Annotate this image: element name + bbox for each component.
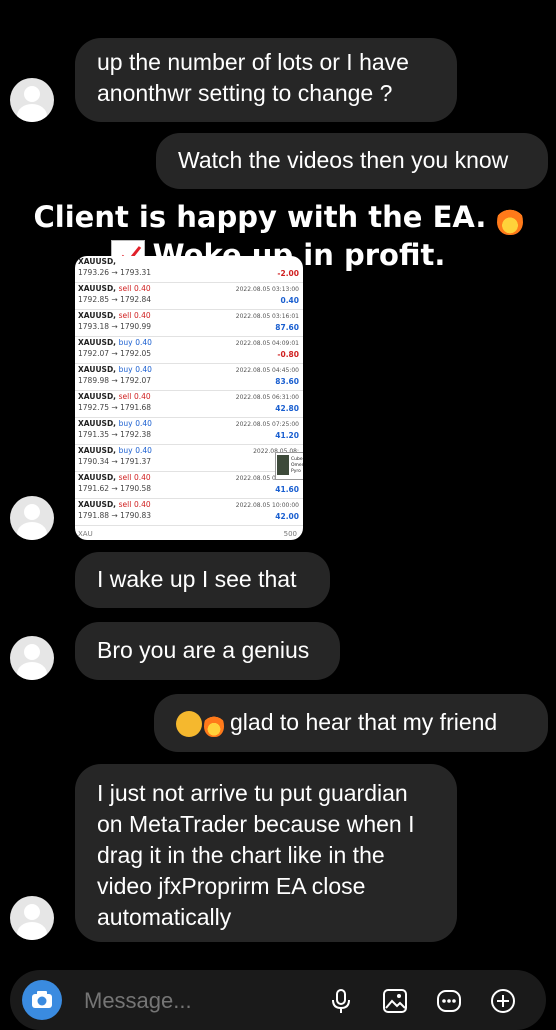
avatar[interactable]	[10, 636, 54, 680]
avatar[interactable]	[10, 78, 54, 122]
popup-label: Cube Omen Pyro	[291, 457, 303, 474]
smiling-hearts-icon	[176, 710, 202, 737]
trade-row: XAUUSD, buy 0.40 1791.35 → 1792.38 2022.08…	[75, 418, 303, 445]
trade-symbol: XAUUSD,	[78, 257, 117, 266]
trade-symbol: XAUUSD, sell 0.40	[78, 311, 151, 320]
mic-icon[interactable]	[328, 988, 354, 1014]
message-bubble-incoming[interactable]: Bro you are a genius	[75, 622, 340, 680]
message-input[interactable]	[82, 984, 306, 1018]
trade-symbol: XAUUSD, buy 0.40	[78, 446, 152, 455]
message-bubble-incoming[interactable]: I just not arrive tu put guardian on Met…	[75, 764, 457, 942]
trade-prices: 1792.75 → 1791.68	[78, 403, 152, 412]
trade-prices: 1791.88 → 1790.83	[78, 511, 152, 520]
message-bubble-outgoing[interactable]: Watch the videos then you know	[156, 133, 548, 189]
trade-row: XAUUSD, sell 0.40 1791.88 → 1790.83 2022.0…	[75, 499, 303, 526]
trade-lots: 0.40	[135, 446, 152, 455]
trade-symbol: XAUUSD, buy 0.40	[78, 419, 152, 428]
sticker-icon[interactable]	[436, 988, 462, 1014]
trade-profit: 41.20	[275, 431, 299, 440]
trade-date: 2022.08.05 04:09:01	[235, 340, 299, 347]
trade-prices: 1792.07 → 1792.05	[78, 349, 152, 358]
trade-lots: 0.40	[133, 284, 151, 293]
fire-icon	[204, 710, 224, 737]
avatar[interactable]	[10, 496, 54, 540]
message-text: glad to hear that my friend	[230, 709, 498, 735]
trade-profit: 42.80	[275, 404, 299, 413]
trade-footer-right: 500	[283, 530, 297, 538]
message-text: Watch the videos then you know	[178, 147, 509, 173]
trade-prices: 1792.85 → 1792.84	[78, 295, 152, 304]
message-bubble-outgoing[interactable]: glad to hear that my friend	[154, 694, 548, 752]
message-text: I just not arrive tu put guardian on Met…	[97, 780, 415, 930]
trade-row: XAUUSD, 1793.26 → 1793.31 -2.00	[75, 256, 303, 283]
fire-icon	[496, 203, 523, 235]
trade-lots: 0.40	[135, 338, 152, 347]
popup-thumbnail-icon	[277, 455, 289, 475]
trade-date: 2022.08.05 03:13:00	[235, 286, 299, 293]
trade-prices: 1791.35 → 1792.38	[78, 430, 152, 439]
trade-action: sell	[118, 392, 132, 401]
trade-symbol: XAUUSD, sell 0.40	[78, 500, 151, 509]
trade-action: buy	[118, 446, 133, 455]
gallery-icon[interactable]	[382, 988, 408, 1014]
trade-row: XAUUSD, buy 0.40 1789.98 → 1792.07 2022.08…	[75, 364, 303, 391]
trade-symbol: XAUUSD, sell 0.40	[78, 473, 151, 482]
trade-symbol: XAUUSD, sell 0.40	[78, 392, 151, 401]
trade-lots: 0.40	[135, 419, 152, 428]
shared-trade-history-image[interactable]: XAUUSD, 1793.26 → 1793.31 -2.00 XAUUSD, se…	[75, 256, 303, 540]
trade-profit: 41.60	[275, 485, 299, 494]
plus-icon[interactable]	[490, 988, 516, 1014]
trade-lots: 0.40	[133, 500, 151, 509]
caption-line-1: Client is happy with the EA.	[0, 200, 556, 235]
trade-profit: 83.60	[275, 377, 299, 386]
trade-lots: 0.40	[133, 392, 151, 401]
trade-lots: 0.40	[133, 311, 151, 320]
trade-date: 2022.08.05 04:45:00	[235, 367, 299, 374]
trade-row: XAUUSD, sell 0.40 1792.85 → 1792.84 2022.0…	[75, 283, 303, 310]
trade-symbol: XAUUSD, buy 0.40	[78, 338, 152, 347]
trade-row: XAUUSD, buy 0.40 1790.34 → 1791.37 2022.08…	[75, 445, 303, 472]
trade-action: buy	[118, 419, 133, 428]
trade-lots: 0.40	[133, 473, 151, 482]
trade-symbol: XAUUSD, sell 0.40	[78, 284, 151, 293]
trade-footer-left: XAU	[78, 530, 93, 538]
message-text: Bro you are a genius	[97, 637, 310, 663]
trade-prices: 1789.98 → 1792.07	[78, 376, 152, 385]
camera-icon	[32, 991, 52, 1008]
trade-date: 2022.08.05 10:00:00	[235, 502, 299, 509]
trade-prices: 1791.62 → 1790.58	[78, 484, 152, 493]
message-text: I wake up I see that	[97, 566, 297, 592]
trade-symbol: XAUUSD, buy 0.40	[78, 365, 152, 374]
trade-row: XAUUSD, sell 0.40 1793.18 → 1790.99 2022.0…	[75, 310, 303, 337]
trade-row: XAUUSD, sell 0.40 1791.62 → 1790.58 2022.0…	[75, 472, 303, 499]
trade-action: buy	[118, 338, 133, 347]
trade-row: XAUUSD, sell 0.40 1792.75 → 1791.68 2022.0…	[75, 391, 303, 418]
trade-row: XAUUSD, buy 0.40 1792.07 → 1792.05 2022.08…	[75, 337, 303, 364]
trade-profit: -0.80	[277, 350, 299, 359]
notification-popup: Cube Omen Pyro	[275, 452, 303, 480]
trade-action: buy	[118, 365, 133, 374]
message-bubble-incoming[interactable]: I wake up I see that	[75, 552, 330, 608]
avatar[interactable]	[10, 896, 54, 940]
trade-date: 2022.08.05 03:16:01	[235, 313, 299, 320]
trade-action: sell	[118, 284, 132, 293]
trade-action: sell	[118, 500, 132, 509]
trade-prices: 1793.18 → 1790.99	[78, 322, 152, 331]
trade-profit: 42.00	[275, 512, 299, 521]
trade-profit: -2.00	[277, 269, 299, 278]
trade-date: 2022.08.05 06:31:00	[235, 394, 299, 401]
trade-profit: 0.40	[280, 296, 299, 305]
trade-prices: 1793.26 → 1793.31	[78, 268, 152, 277]
trade-date: 2022.08.05 07:25:00	[235, 421, 299, 428]
message-composer	[10, 970, 546, 1030]
trade-action: sell	[118, 311, 132, 320]
trade-prices: 1790.34 → 1791.37	[78, 457, 152, 466]
trade-lots: 0.40	[135, 365, 152, 374]
message-bubble-incoming[interactable]: up the number of lots or I have anonthwr…	[75, 38, 457, 122]
message-text: up the number of lots or I have anonthwr…	[97, 49, 409, 106]
trade-list: XAUUSD, 1793.26 → 1793.31 -2.00 XAUUSD, se…	[75, 256, 303, 526]
trade-profit: 87.60	[275, 323, 299, 332]
camera-button[interactable]	[22, 980, 62, 1020]
trade-action: sell	[118, 473, 132, 482]
